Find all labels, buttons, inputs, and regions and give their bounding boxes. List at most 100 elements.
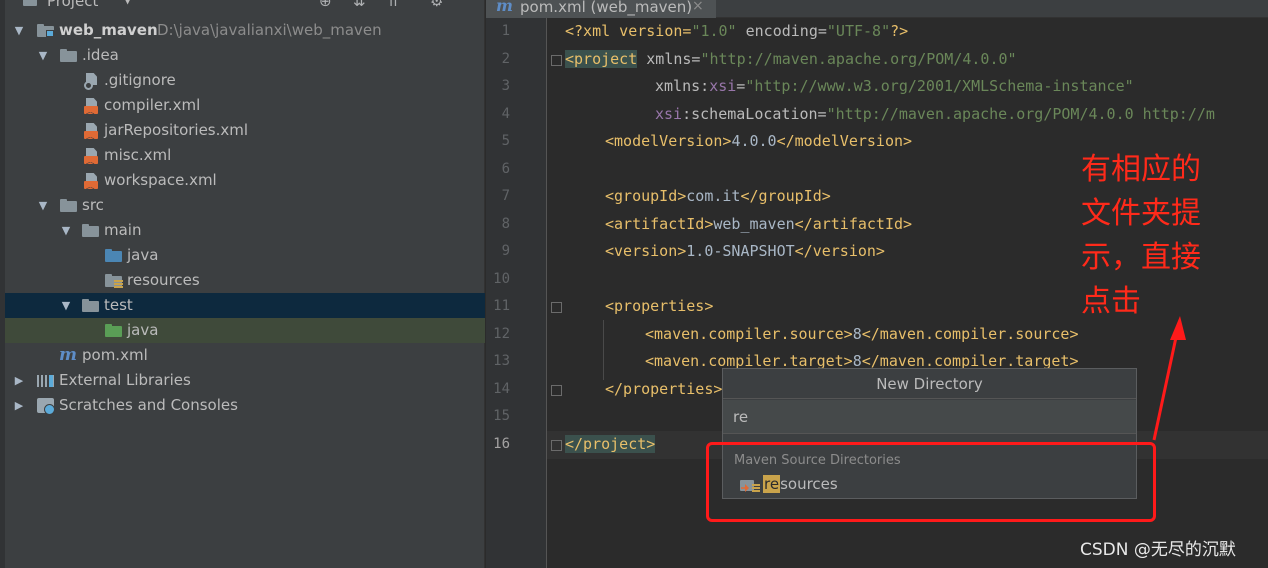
locate-icon[interactable]: ⊕ <box>319 0 332 10</box>
folder-icon <box>60 199 77 212</box>
tree-item-workspace-xml[interactable]: workspace.xml <box>5 168 485 202</box>
tree-item-gitignore[interactable]: .gitignore <box>5 68 485 93</box>
collapse-all-icon[interactable]: ⇊ <box>353 0 366 10</box>
test-source-folder-icon <box>105 324 122 337</box>
tree-item-compiler-xml[interactable]: compiler.xml <box>5 93 485 127</box>
editor-tab-pom-xml[interactable]: m pom.xml (web_maven) × <box>486 0 716 18</box>
tree-label: main <box>104 221 142 239</box>
tree-label: jarRepositories.xml <box>104 121 249 139</box>
tree-path: D:\java\javalianxi\web_maven <box>157 21 382 39</box>
project-panel-header: Project ▼ ⊕ ⇊ ⇈ ⚙ <box>5 0 484 16</box>
line-number: 14 <box>493 381 510 397</box>
tree-item-idea[interactable]: ▼ .idea <box>5 43 485 68</box>
ignore-file-icon <box>84 73 99 90</box>
resources-folder-icon <box>105 274 123 288</box>
chevron-down-icon[interactable]: ▼ <box>59 218 73 243</box>
chevron-right-icon[interactable]: ▶ <box>12 368 26 393</box>
fold-marker-icon[interactable] <box>551 385 562 396</box>
annotation-line: 示，直接 <box>1081 240 1201 275</box>
annotation-line: 有相应的 <box>1081 152 1201 187</box>
tree-item-web-maven[interactable]: ▼ web_maven D:\java\javalianxi\web_maven <box>5 18 485 43</box>
close-icon[interactable]: × <box>692 0 704 14</box>
tree-item-jarrepositories-xml[interactable]: jarRepositories.xml <box>5 118 485 152</box>
tree-item-misc-xml[interactable]: misc.xml <box>5 143 485 177</box>
tree-label: pom.xml <box>82 346 148 364</box>
code-line-16[interactable]: </project> <box>565 435 656 453</box>
code-line-8[interactable]: <artifactId>web_maven</artifactId> <box>605 215 912 233</box>
line-number: 7 <box>501 188 510 204</box>
library-icon <box>37 375 54 387</box>
code-line-2[interactable]: <project xmlns="http://maven.apache.org/… <box>565 50 1017 68</box>
source-folder-icon <box>105 249 122 262</box>
annotation-text: 有相应的 文件夹提 示，直接 点击 <box>1081 148 1231 324</box>
expand-icon[interactable]: ⇈ <box>387 0 400 10</box>
tree-item-test[interactable]: ▼ test <box>5 293 485 318</box>
tree-item-scratches[interactable]: ▶ Scratches and Consoles <box>5 393 485 418</box>
tree-item-main[interactable]: ▼ main <box>5 218 485 243</box>
tree-item-pom-xml[interactable]: m pom.xml <box>5 343 485 368</box>
tree-item-src[interactable]: ▼ src <box>5 193 485 218</box>
chevron-down-icon[interactable]: ▼ <box>59 293 73 318</box>
tree-label: web_maven <box>59 21 158 39</box>
tree-label: .idea <box>82 46 119 64</box>
folder-icon <box>82 224 99 237</box>
popup-title: New Directory <box>723 369 1136 399</box>
module-folder-icon <box>37 24 54 37</box>
folder-icon <box>60 49 77 62</box>
line-number: 11 <box>493 298 510 314</box>
xml-file-icon <box>84 148 99 177</box>
gear-icon[interactable]: ⚙ <box>430 0 443 10</box>
tree-item-main-java[interactable]: java <box>5 243 485 268</box>
scratches-icon <box>37 398 55 415</box>
code-line-3[interactable]: xmlns:xsi="http://www.w3.org/2001/XMLSch… <box>655 77 1134 95</box>
code-line-14[interactable]: </properties> <box>605 380 722 398</box>
tree-label: java <box>127 246 159 264</box>
fold-marker-icon[interactable] <box>551 302 562 313</box>
line-number: 12 <box>493 326 510 342</box>
editor-gutter <box>486 18 546 568</box>
fold-marker-icon[interactable] <box>551 55 562 66</box>
chevron-down-icon[interactable]: ▼ <box>36 193 50 218</box>
tree-item-test-java[interactable]: java <box>5 318 485 343</box>
indent-guide <box>603 320 604 380</box>
code-line-7[interactable]: <groupId>com.it</groupId> <box>605 187 831 205</box>
code-line-4[interactable]: xsi:schemaLocation="http://maven.apache.… <box>655 105 1215 123</box>
gutter-divider <box>546 18 547 568</box>
project-panel-title[interactable]: Project <box>47 0 98 10</box>
tree-label: resources <box>127 271 200 289</box>
maven-file-icon: m <box>496 0 513 15</box>
maven-file-icon: m <box>59 345 77 365</box>
line-number: 4 <box>501 106 510 122</box>
line-number: 9 <box>501 243 510 259</box>
xml-file-icon <box>84 123 99 152</box>
annotation-line: 点击 <box>1081 284 1141 319</box>
editor-tab-strip: m pom.xml (web_maven) × <box>486 0 1268 18</box>
annotation-line: 文件夹提 <box>1081 196 1201 231</box>
folder-icon <box>82 299 99 312</box>
line-number: 3 <box>501 78 510 94</box>
code-line-5[interactable]: <modelVersion>4.0.0</modelVersion> <box>605 132 912 150</box>
tree-item-external-libraries[interactable]: ▶ External Libraries <box>5 368 485 393</box>
tree-label: src <box>82 196 104 214</box>
code-line-11[interactable]: <properties> <box>605 297 713 315</box>
annotation-highlight-box <box>706 442 1156 522</box>
code-line-9[interactable]: <version>1.0-SNAPSHOT</version> <box>605 242 885 260</box>
line-number: 2 <box>501 51 510 67</box>
xml-file-icon <box>84 98 99 127</box>
fold-marker-icon[interactable] <box>551 440 562 451</box>
line-number: 13 <box>493 353 510 369</box>
chevron-down-icon[interactable]: ▼ <box>123 0 132 6</box>
line-number: 6 <box>501 161 510 177</box>
tree-item-main-resources[interactable]: resources <box>5 268 485 293</box>
project-view-icon <box>23 0 37 6</box>
chevron-right-icon[interactable]: ▶ <box>12 393 26 418</box>
tree-label: misc.xml <box>104 146 172 164</box>
chevron-down-icon[interactable]: ▼ <box>36 43 50 68</box>
directory-name-input[interactable] <box>723 400 1136 434</box>
tree-label: workspace.xml <box>104 171 217 189</box>
chevron-down-icon[interactable]: ▼ <box>12 18 26 43</box>
code-line-1[interactable]: <?xml version="1.0" encoding="UTF-8"?> <box>565 22 908 40</box>
code-line-12[interactable]: <maven.compiler.source>8</maven.compiler… <box>645 325 1079 343</box>
tree-label: compiler.xml <box>104 96 201 114</box>
line-number: 1 <box>501 23 510 39</box>
